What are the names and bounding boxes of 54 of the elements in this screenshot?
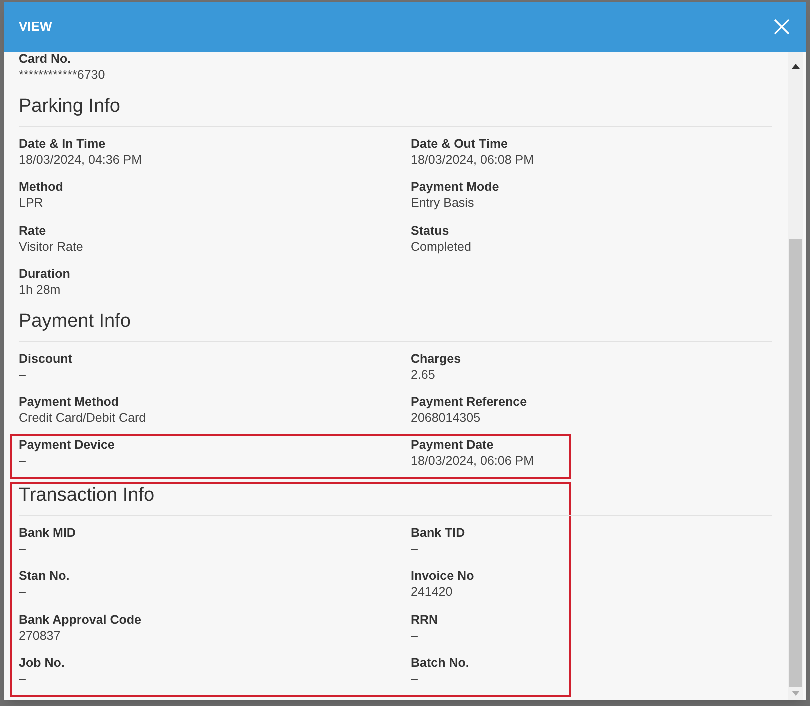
scrollbar[interactable] (788, 52, 803, 700)
field-label: Payment Device (19, 436, 116, 452)
field-label: Discount (19, 350, 74, 366)
field-label: Payment Date (411, 436, 495, 452)
field-label: Bank Approval Code (19, 612, 142, 628)
field-label: Bank TID (411, 524, 466, 540)
field-value: – (19, 366, 27, 382)
field-label: Bank MID (19, 524, 77, 540)
field-value: 2068014305 (411, 410, 482, 426)
field-value: – (411, 671, 419, 687)
field-label: Payment Method (19, 394, 120, 410)
field-label: Invoice No (411, 568, 476, 584)
field-value: – (19, 584, 27, 600)
dialog-title: VIEW (19, 18, 52, 36)
field-value: Visitor Rate (19, 238, 84, 254)
section-heading: Parking Info (19, 94, 122, 118)
field-value: ************6730 (19, 67, 106, 83)
close-button[interactable] (772, 17, 792, 37)
field-value: 241420 (411, 584, 454, 600)
field-value: 270837 (19, 628, 62, 644)
scrollbar-thumb[interactable] (789, 239, 802, 687)
field-label: Method (19, 179, 64, 195)
field-value: 2.65 (411, 366, 436, 382)
field-value: 18/03/2024, 06:08 PM (411, 152, 536, 168)
field-value: LPR (19, 195, 44, 211)
field-label: Payment Reference (411, 394, 528, 410)
field-label: Status (411, 222, 450, 238)
field-value: – (19, 540, 27, 556)
scroll-up-icon (792, 64, 800, 69)
field-label: RRN (411, 612, 440, 628)
field-label: Card No. (19, 51, 72, 67)
field-value: Credit Card/Debit Card (19, 410, 148, 426)
field-label: Payment Mode (411, 179, 500, 195)
section-heading: Transaction Info (19, 484, 156, 508)
field-value: – (19, 671, 27, 687)
field-label: Batch No. (411, 655, 470, 671)
field-value: Entry Basis (411, 195, 476, 211)
field-value: – (411, 540, 419, 556)
field-value: 1h 28m (19, 282, 62, 298)
field-value: 18/03/2024, 04:36 PM (19, 152, 144, 168)
section-heading: Payment Info (19, 310, 132, 334)
field-value: – (19, 452, 27, 468)
field-label: Job No. (19, 655, 66, 671)
field-label: Date & Out Time (411, 136, 510, 152)
field-label: Rate (19, 222, 48, 238)
scroll-down-icon (792, 691, 800, 696)
close-icon (773, 18, 791, 36)
field-value: Completed (411, 238, 472, 254)
field-label: Date & In Time (19, 136, 107, 152)
field-label: Duration (19, 266, 72, 282)
field-label: Charges (411, 350, 462, 366)
field-value: 18/03/2024, 06:06 PM (411, 452, 536, 468)
field-value: – (411, 628, 419, 644)
field-label: Stan No. (19, 568, 71, 584)
